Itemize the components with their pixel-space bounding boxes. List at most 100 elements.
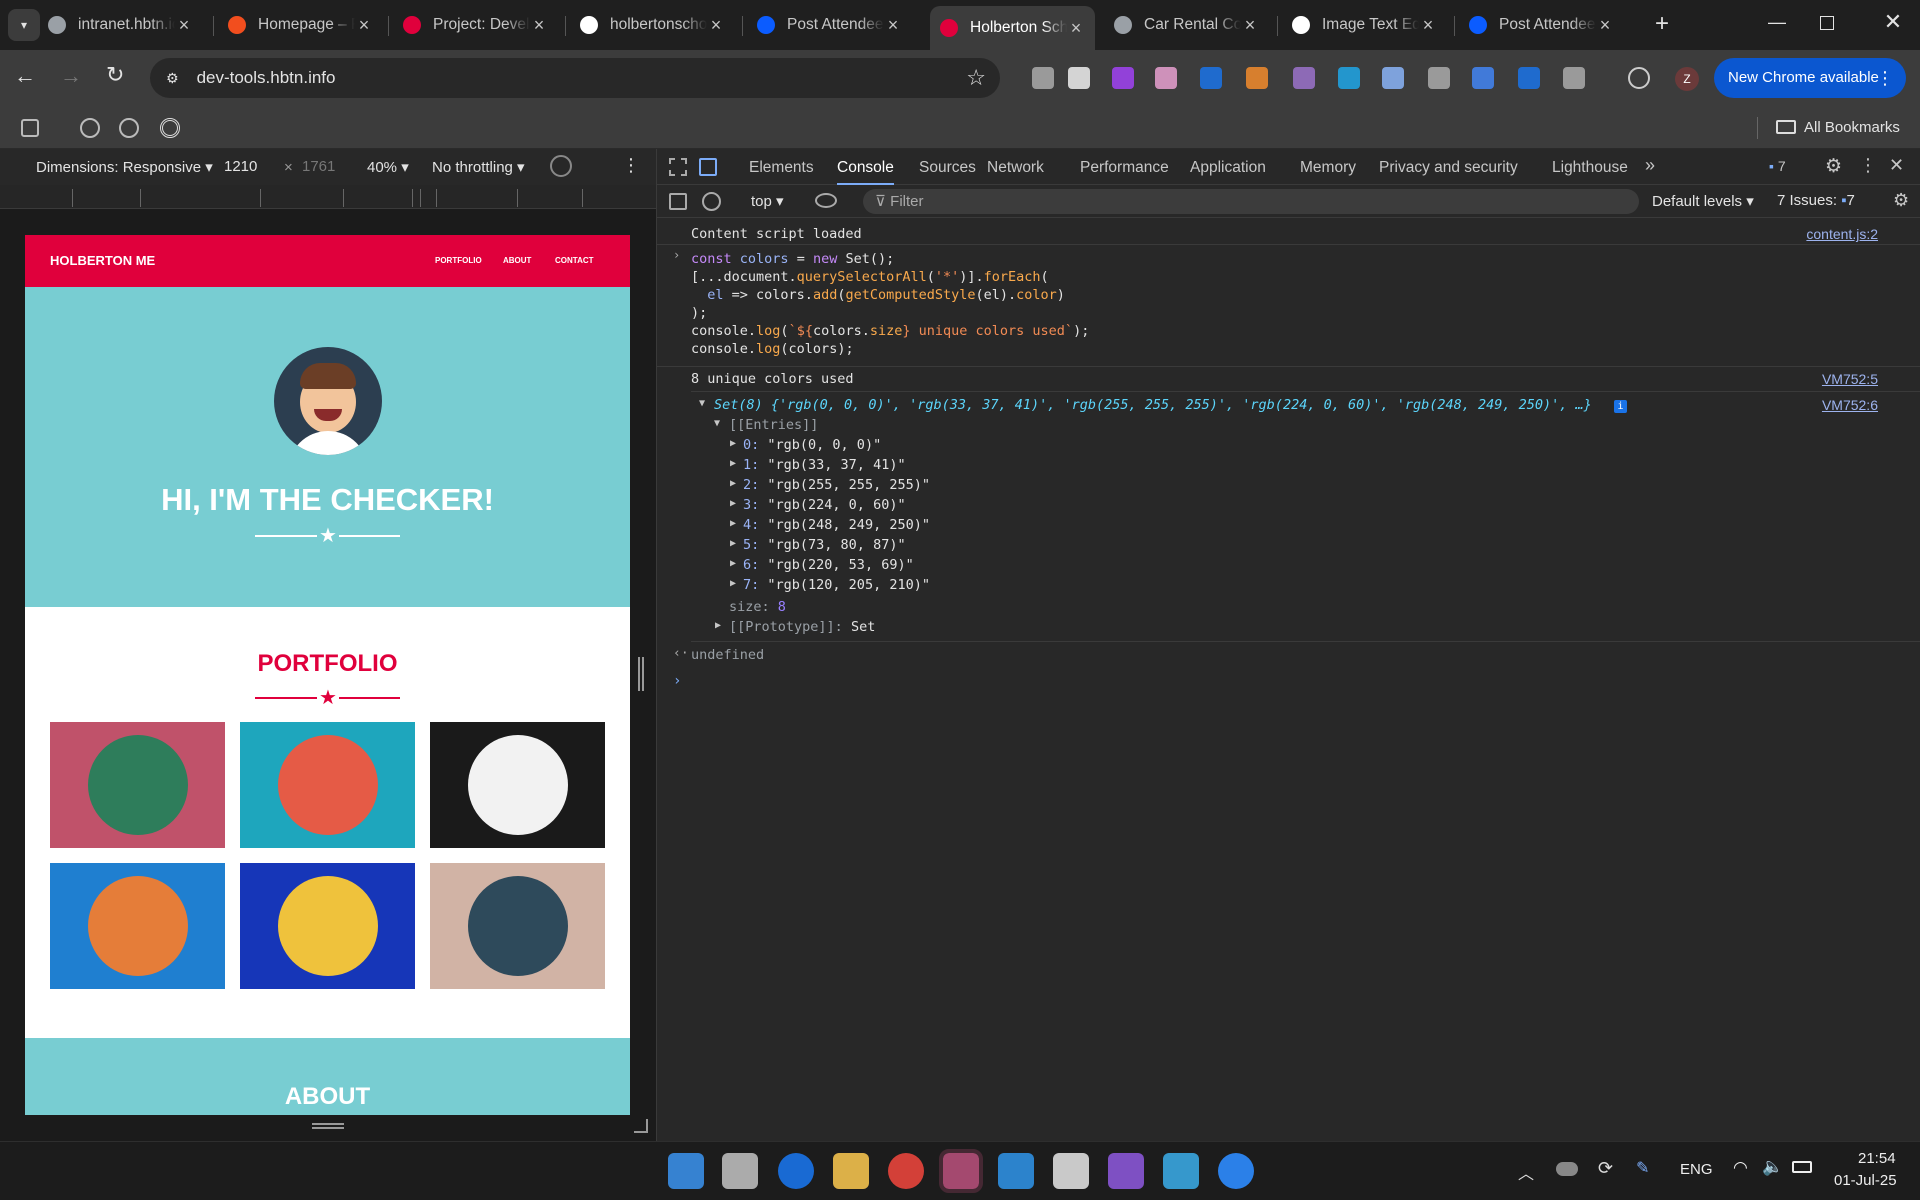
throttle-select[interactable]: No throttling ▾ xyxy=(432,158,525,176)
tab-close-icon[interactable]: × xyxy=(1241,15,1259,36)
extension-icon[interactable] xyxy=(1112,67,1134,89)
tab-close-icon[interactable]: × xyxy=(1067,18,1085,39)
browser-tab[interactable]: holbertonschool× xyxy=(570,8,735,42)
sidebar-toggle-icon[interactable] xyxy=(669,193,687,210)
set-entry[interactable]: 2: "rgb(255, 255, 255)" xyxy=(743,477,930,493)
device-toolbar-icon[interactable] xyxy=(699,158,717,176)
more-menu-icon[interactable]: ⋮ xyxy=(1876,58,1894,98)
bookmark-star-icon[interactable]: ☆ xyxy=(966,65,986,91)
media-query-tick[interactable] xyxy=(343,189,344,207)
close-window-button[interactable]: ✕ xyxy=(1880,9,1906,35)
portfolio-tile[interactable] xyxy=(430,863,605,989)
snipping-tool-icon[interactable] xyxy=(1053,1153,1089,1189)
collapsed-triangle-icon[interactable]: ▶ xyxy=(730,478,736,489)
address-text[interactable]: dev-tools.hbtn.info xyxy=(197,68,336,88)
devtools-tab-network[interactable]: Network xyxy=(987,149,1044,185)
devtools-more-icon[interactable]: ⋮ xyxy=(1859,155,1877,176)
back-button[interactable]: ← xyxy=(14,63,36,89)
extension-icon[interactable] xyxy=(1518,67,1540,89)
volume-icon[interactable]: 🔈 xyxy=(1762,1157,1783,1177)
close-devtools-icon[interactable]: ✕ xyxy=(1889,155,1904,176)
clock-time[interactable]: 21:54 xyxy=(1858,1150,1896,1167)
windows-start-icon[interactable] xyxy=(668,1153,704,1189)
browser-tab[interactable]: Car Rental Co × xyxy=(1104,8,1269,42)
log-levels-select[interactable]: Default levels ▾ xyxy=(1652,192,1754,210)
devtools-tab-elements[interactable]: Elements xyxy=(749,149,814,185)
resize-handle-right[interactable] xyxy=(638,657,644,691)
chrome-icon[interactable] xyxy=(888,1153,924,1189)
media-query-tick[interactable] xyxy=(412,189,413,207)
new-tab-button[interactable]: + xyxy=(1648,10,1676,38)
forward-button[interactable]: → xyxy=(60,63,82,89)
resize-corner-icon[interactable] xyxy=(634,1119,648,1133)
extension-icon[interactable] xyxy=(1200,67,1222,89)
onedrive-icon[interactable] xyxy=(1556,1162,1578,1176)
nav-contact[interactable]: CONTACT xyxy=(555,256,594,265)
extension-icon[interactable] xyxy=(1293,67,1315,89)
source-link[interactable]: VM752:6 xyxy=(1822,397,1878,413)
bookmark-globe-icon[interactable] xyxy=(119,118,139,138)
tab-close-icon[interactable]: × xyxy=(355,15,373,36)
set-entry[interactable]: 0: "rgb(0, 0, 0)" xyxy=(743,437,881,453)
entries-label[interactable]: [[Entries]] xyxy=(729,417,818,433)
task-view-icon[interactable] xyxy=(722,1153,758,1189)
clear-console-icon[interactable] xyxy=(702,192,721,211)
profile-avatar[interactable]: Z xyxy=(1675,67,1699,91)
rotate-icon[interactable] xyxy=(550,155,572,177)
expand-triangle-icon[interactable]: ▼ xyxy=(714,418,720,429)
all-bookmarks-button[interactable]: All Bookmarks xyxy=(1776,119,1900,136)
extension-icon[interactable] xyxy=(1246,67,1268,89)
width-input[interactable]: 1210 xyxy=(224,158,257,175)
site-brand[interactable]: HOLBERTON ME xyxy=(50,253,155,268)
height-input[interactable]: 1761 xyxy=(302,158,335,175)
photos-icon[interactable] xyxy=(1163,1153,1199,1189)
clock-date[interactable]: 01-Jul-25 xyxy=(1834,1172,1897,1189)
restore-button[interactable] xyxy=(1820,16,1834,30)
zoom-select[interactable]: 40% ▾ xyxy=(367,158,409,176)
pen-icon[interactable]: ✎ xyxy=(1636,1158,1649,1178)
clipchamp-icon[interactable] xyxy=(1108,1153,1144,1189)
portfolio-tile[interactable] xyxy=(240,722,415,848)
set-preview[interactable]: Set(8) {'rgb(0, 0, 0)', 'rgb(33, 37, 41)… xyxy=(714,397,1592,413)
browser-tab[interactable]: Post Attendee × xyxy=(747,8,912,42)
media-query-tick[interactable] xyxy=(436,189,437,207)
device-more-icon[interactable]: ⋮ xyxy=(622,155,640,176)
collapsed-triangle-icon[interactable]: ▶ xyxy=(730,458,736,469)
devtools-tab-lighthouse[interactable]: Lighthouse xyxy=(1552,149,1628,185)
portfolio-tile[interactable] xyxy=(50,863,225,989)
nav-portfolio[interactable]: PORTFOLIO xyxy=(435,256,482,265)
reload-button[interactable]: ↻ xyxy=(106,62,124,88)
tab-close-icon[interactable]: × xyxy=(1419,15,1437,36)
resize-handle-bottom[interactable] xyxy=(312,1123,344,1129)
live-expression-eye-icon[interactable] xyxy=(815,193,837,208)
minimize-button[interactable]: — xyxy=(1762,12,1792,36)
performance-icon[interactable] xyxy=(1628,67,1650,89)
set-entry[interactable]: 4: "rgb(248, 249, 250)" xyxy=(743,517,930,533)
nav-about[interactable]: ABOUT xyxy=(503,256,531,265)
dimensions-select[interactable]: Dimensions: Responsive ▾ xyxy=(36,158,213,176)
browser-tab[interactable]: Image Text Editor× xyxy=(1282,8,1447,42)
collapsed-triangle-icon[interactable]: ▶ xyxy=(730,498,736,509)
collapsed-triangle-icon[interactable]: ▶ xyxy=(730,518,736,529)
settings-gear-icon[interactable]: ⚙ xyxy=(1825,155,1842,178)
bookmark-openai-icon[interactable] xyxy=(160,118,180,138)
extension-icon[interactable] xyxy=(1563,67,1585,89)
devtools-tab-application[interactable]: Application xyxy=(1190,149,1266,185)
media-query-tick[interactable] xyxy=(260,189,261,207)
devtools-tab-sources[interactable]: Sources xyxy=(919,149,976,185)
issues-badge[interactable]: ▪ 7 xyxy=(1769,158,1786,174)
new-chrome-button[interactable]: New Chrome available ⋮ xyxy=(1714,58,1906,98)
address-bar[interactable]: ⚙ dev-tools.hbtn.info ☆ xyxy=(150,58,1000,98)
collapsed-triangle-icon[interactable]: ▶ xyxy=(730,438,736,449)
extension-icon[interactable] xyxy=(1032,67,1054,89)
extension-icon[interactable] xyxy=(1382,67,1404,89)
set-entry[interactable]: 6: "rgb(220, 53, 69)" xyxy=(743,557,914,573)
collapsed-triangle-icon[interactable]: ▶ xyxy=(730,558,736,569)
media-query-tick[interactable] xyxy=(72,189,73,207)
extension-icon[interactable] xyxy=(1338,67,1360,89)
extension-icon[interactable] xyxy=(1472,67,1494,89)
site-info-icon[interactable]: ⚙ xyxy=(166,70,179,87)
tab-search-button[interactable]: ▾ xyxy=(8,9,40,41)
browser-tab[interactable]: Homepage – Figma× xyxy=(218,8,383,42)
set-entry[interactable]: 5: "rgb(73, 80, 87)" xyxy=(743,537,906,553)
